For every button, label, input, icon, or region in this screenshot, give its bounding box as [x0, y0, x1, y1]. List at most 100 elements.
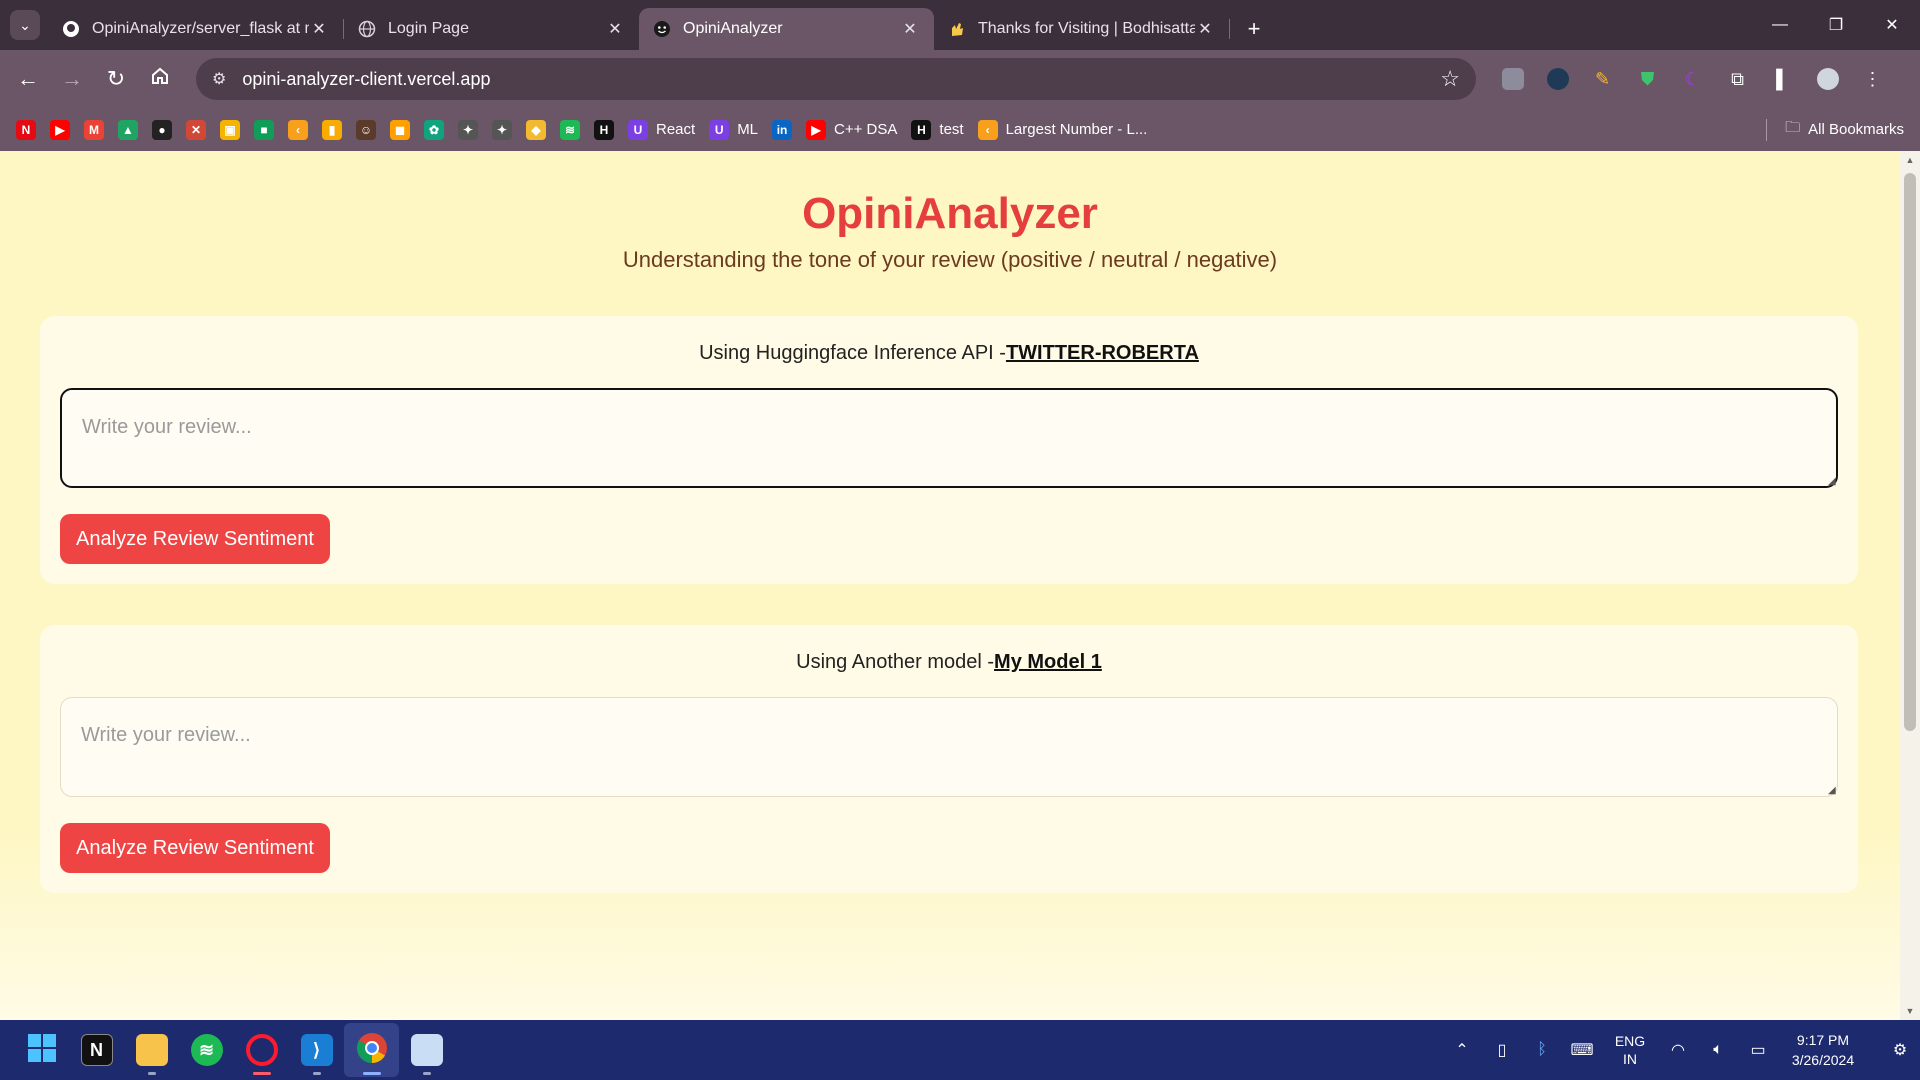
bookmark-item[interactable]: ✕ [186, 114, 206, 146]
bookmark-item[interactable]: U React [628, 114, 695, 146]
tab-search-button[interactable]: ⌄ [10, 10, 40, 40]
bookmark-item[interactable]: ‹ Largest Number - L... [977, 114, 1147, 146]
bookmarks-bar: N ▶ M ▲ ● ✕ ▣ ■ ‹ ▮ ☺ ◼ ✿ ✦ ✦ ◆ ≋ H U React U ML in ▶ C++ DSA Hte… [0, 108, 1920, 151]
keyboard-icon[interactable]: ⌨ [1562, 1040, 1602, 1060]
analyze-button[interactable]: Analyze Review Sentiment [60, 823, 330, 873]
analyze-button[interactable]: Analyze Review Sentiment [60, 514, 330, 564]
extension-button-5[interactable]: ☾ [1670, 59, 1715, 99]
bookmark-label: C++ DSA [834, 121, 898, 138]
start-button[interactable] [14, 1023, 69, 1077]
tab-3[interactable]: Thanks for Visiting | Bodhisatta ✕ [934, 8, 1229, 50]
model-link[interactable]: TWITTER-ROBERTA [1006, 342, 1199, 364]
restore-icon: ❐ [1828, 17, 1844, 34]
model-link[interactable]: My Model 1 [994, 651, 1102, 673]
bookmark-item[interactable]: ▲ [118, 114, 138, 146]
youtube-icon: ▶ [806, 119, 827, 140]
battery-icon[interactable]: ▭ [1738, 1040, 1778, 1060]
hand-icon [948, 20, 966, 38]
bookmark-item[interactable]: ■ [254, 114, 274, 146]
bookmark-item[interactable]: ▶ [50, 114, 70, 146]
bookmark-item[interactable]: ✿ [424, 114, 444, 146]
taskbar-app-explorer[interactable] [124, 1023, 179, 1077]
site-info-icon[interactable]: ⚙ [212, 69, 226, 89]
bookmark-item[interactable]: ▶ C++ DSA [806, 114, 897, 146]
tab-2[interactable]: OpiniAnalyzer ✕ [639, 8, 934, 50]
minimize-button[interactable]: — [1752, 0, 1808, 50]
running-indicator [422, 1072, 431, 1075]
chrome-menu-button[interactable]: ⋮ [1850, 59, 1895, 99]
bookmark-item[interactable]: ◆ [526, 114, 546, 146]
page-scrollbar[interactable]: ▲ ▼ [1900, 151, 1920, 1020]
resize-grip-icon[interactable]: ◢ [1828, 476, 1836, 487]
extension-button-2[interactable] [1535, 59, 1580, 99]
bookmark-item[interactable]: Htest [911, 114, 964, 146]
forward-button[interactable]: → [50, 59, 94, 99]
close-icon[interactable]: ✕ [309, 19, 329, 39]
taskbar-app-photos[interactable] [399, 1023, 454, 1077]
binance-icon: ◆ [526, 119, 546, 140]
bookmark-item[interactable]: M [84, 114, 104, 146]
all-bookmarks-label: All Bookmarks [1808, 121, 1904, 138]
url-text[interactable]: opini-analyzer-client.vercel.app [242, 69, 1440, 90]
bookmark-star-icon[interactable]: ☆ [1440, 66, 1460, 92]
taskbar-app-spotify[interactable]: ≋ [179, 1023, 234, 1077]
bookmark-item[interactable]: ☺ [356, 114, 376, 146]
bookmark-item[interactable]: N [16, 114, 36, 146]
language-indicator[interactable]: ENG IN [1602, 1032, 1658, 1068]
review-input[interactable] [60, 388, 1838, 488]
bookmark-item[interactable]: ‹ [288, 114, 308, 146]
youtube-icon: ▶ [50, 119, 70, 140]
wifi-icon[interactable]: ◠ [1658, 1040, 1698, 1060]
bookmark-item[interactable]: ≋ [560, 114, 580, 146]
taskbar-app-vscode[interactable]: ⟩ [289, 1023, 344, 1077]
hackerrank-icon: H [911, 119, 932, 140]
model-line: Using Huggingface Inference API -TWITTER… [40, 342, 1858, 365]
bookmark-item[interactable]: ● [152, 114, 172, 146]
new-tab-button[interactable]: + [1236, 11, 1272, 47]
bookmark-item[interactable]: ✦ [492, 114, 512, 146]
extension-button-4[interactable]: ⛊ [1625, 59, 1670, 99]
chevron-up-icon[interactable]: ⌃ [1442, 1040, 1482, 1060]
bookmark-item[interactable]: ▣ [220, 114, 240, 146]
resize-grip-icon[interactable]: ◢ [1828, 785, 1836, 796]
clock[interactable]: 9:17 PM 3/26/2024 [1778, 1030, 1868, 1070]
scroll-down-icon[interactable]: ▼ [1900, 1006, 1920, 1016]
page-content: OpiniAnalyzer Understanding the tone of … [0, 151, 1900, 1020]
bookmark-item[interactable]: ✦ [458, 114, 478, 146]
home-button[interactable] [138, 59, 182, 99]
notifications-icon[interactable]: ⚙ [1880, 1040, 1920, 1060]
taskbar-app-opera[interactable] [234, 1023, 289, 1077]
taskbar-app-chrome[interactable] [344, 1023, 399, 1077]
bookmark-item[interactable]: ▮ [322, 114, 342, 146]
bookmark-item[interactable]: H [594, 114, 614, 146]
close-icon[interactable]: ✕ [1195, 19, 1215, 39]
restore-button[interactable]: ❐ [1808, 0, 1864, 50]
close-icon[interactable]: ✕ [900, 19, 920, 39]
back-button[interactable]: ← [6, 59, 50, 99]
bluetooth-icon[interactable]: ᛒ [1522, 1041, 1562, 1059]
unity-icon-2: ✦ [492, 119, 512, 140]
all-bookmarks-button[interactable]: 🗀︎ All Bookmarks [1766, 108, 1904, 151]
tablet-icon[interactable]: ▯ [1482, 1040, 1522, 1060]
address-bar[interactable]: ⚙ opini-analyzer-client.vercel.app ☆ [196, 58, 1476, 100]
vscode-icon: ⟩ [300, 1034, 333, 1066]
close-icon[interactable]: ✕ [605, 19, 625, 39]
extensions-menu-button[interactable]: ⧉ [1715, 59, 1760, 99]
close-window-button[interactable]: ✕ [1864, 0, 1920, 50]
volume-icon[interactable]: 🔈︎ [1698, 1041, 1738, 1059]
extension-button-1[interactable] [1490, 59, 1535, 99]
bookmark-item[interactable]: U ML [709, 114, 758, 146]
side-panel-button[interactable]: ▌ [1760, 59, 1805, 99]
reload-button[interactable]: ↻ [94, 59, 138, 99]
bookmark-item[interactable]: ◼ [390, 114, 410, 146]
extension-button-3[interactable]: ✎ [1580, 59, 1625, 99]
scroll-up-icon[interactable]: ▲ [1900, 155, 1920, 165]
github-icon: ● [152, 119, 172, 140]
tab-1[interactable]: Login Page ✕ [344, 8, 639, 50]
taskbar-app-notion[interactable]: N [69, 1023, 124, 1077]
profile-button[interactable] [1805, 59, 1850, 99]
tab-0[interactable]: OpiniAnalyzer/server_flask at m ✕ [48, 8, 343, 50]
scrollbar-thumb[interactable] [1904, 173, 1916, 731]
review-input[interactable] [60, 697, 1838, 797]
bookmark-item[interactable]: in [772, 114, 793, 146]
